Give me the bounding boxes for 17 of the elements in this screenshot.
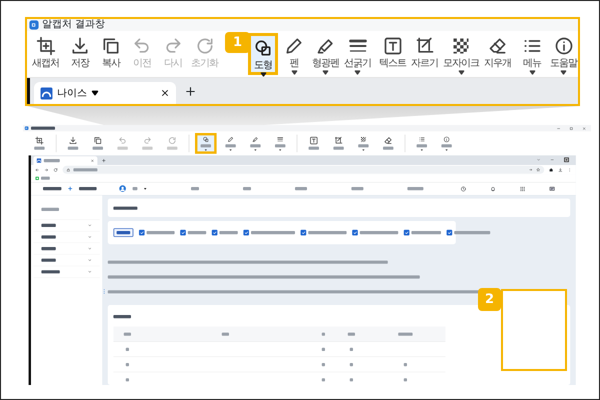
window-title: 알캡처 결과창 bbox=[42, 20, 106, 30]
tool-button[interactable]: 형광펜 bbox=[310, 33, 341, 75]
tool-button[interactable]: 저장 bbox=[65, 33, 95, 75]
tool-button[interactable]: 선굵기 bbox=[342, 33, 373, 75]
tool-button[interactable]: 새캡처 bbox=[30, 33, 61, 75]
tool-button[interactable]: 도형 bbox=[248, 33, 278, 75]
tool-button[interactable]: 도움말 bbox=[548, 33, 579, 75]
browser-tab[interactable]: 나이스 bbox=[34, 82, 176, 104]
step-badge: 2 bbox=[478, 288, 501, 311]
tool-button[interactable]: 자르기 bbox=[409, 33, 440, 75]
step-badge: 1 bbox=[225, 32, 250, 53]
tool-button[interactable]: 모자이크 bbox=[441, 33, 481, 75]
tool-button[interactable]: 메뉴 bbox=[517, 33, 547, 75]
tool-button[interactable]: 지우개 bbox=[482, 33, 513, 75]
tool-button[interactable]: 펜 bbox=[279, 33, 309, 75]
tool-button[interactable]: 텍스트 bbox=[377, 33, 408, 75]
tool-button[interactable]: 복사 bbox=[96, 33, 126, 75]
